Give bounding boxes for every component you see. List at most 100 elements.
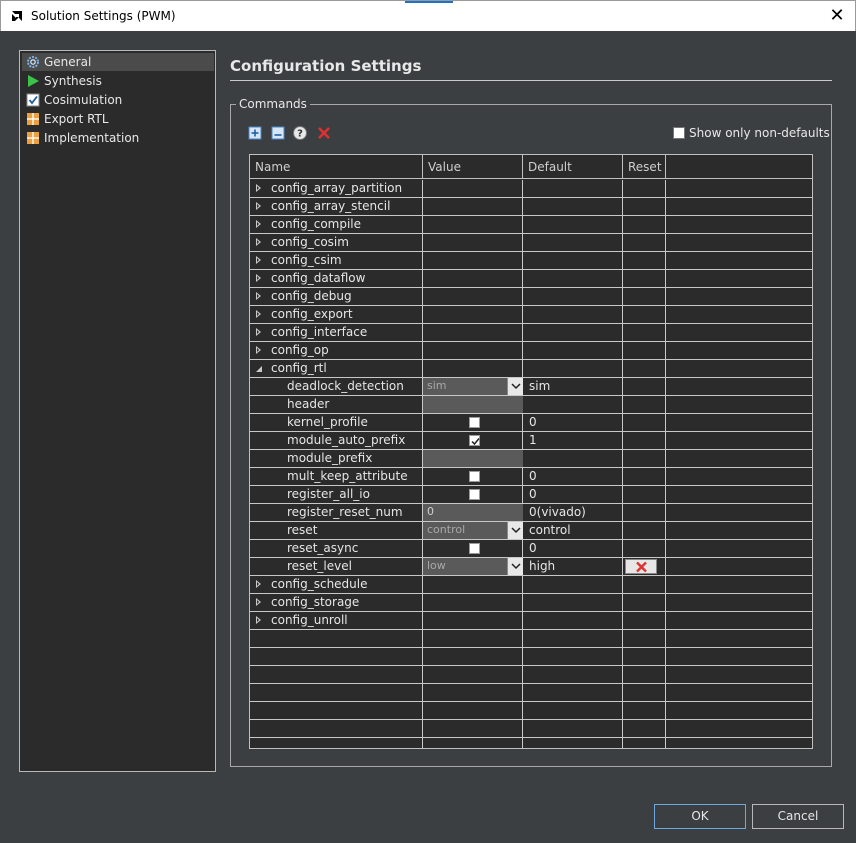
cell-name: [250, 630, 423, 647]
table-row[interactable]: config_compile: [250, 216, 812, 234]
table-row[interactable]: config_storage: [250, 594, 812, 612]
nav-item-implementation[interactable]: Implementation: [22, 129, 214, 147]
value-checkbox[interactable]: [469, 435, 480, 446]
column-header-name[interactable]: Name: [250, 155, 423, 179]
table-row[interactable]: module_prefix: [250, 450, 812, 468]
ok-button[interactable]: OK: [654, 804, 746, 829]
table-row[interactable]: header: [250, 396, 812, 414]
cell-name: module_auto_prefix: [250, 432, 423, 449]
cell-name: config_array_stencil: [250, 198, 423, 215]
value-input[interactable]: 0: [423, 504, 523, 521]
table-row[interactable]: reset_async 0: [250, 540, 812, 558]
cell-value: [423, 216, 523, 233]
collapsed-triangle-icon[interactable]: [256, 616, 261, 624]
table-row[interactable]: reset control control: [250, 522, 812, 540]
show-non-defaults-box[interactable]: [673, 127, 685, 139]
table-row[interactable]: config_unroll: [250, 612, 812, 630]
value-checkbox[interactable]: [469, 543, 480, 554]
value-checkbox[interactable]: [469, 471, 480, 482]
column-header-default[interactable]: Default: [523, 155, 623, 179]
nav-item-export-rtl[interactable]: Export RTL: [22, 110, 214, 128]
cell-filler: [666, 342, 812, 359]
collapsed-triangle-icon[interactable]: [256, 184, 261, 192]
chevron-down-icon[interactable]: [507, 558, 523, 575]
cell-value: [423, 270, 523, 287]
table-row[interactable]: config_debug: [250, 288, 812, 306]
close-icon[interactable]: ✕: [827, 5, 847, 27]
expanded-triangle-icon[interactable]: [256, 366, 262, 372]
cell-name: config_dataflow: [250, 270, 423, 287]
cell-reset: [623, 198, 666, 215]
table-row[interactable]: config_schedule: [250, 576, 812, 594]
title-bar: Solution Settings (PWM) ✕: [0, 0, 856, 31]
table-row[interactable]: config_dataflow: [250, 270, 812, 288]
collapsed-triangle-icon[interactable]: [256, 202, 261, 210]
collapsed-triangle-icon[interactable]: [256, 598, 261, 606]
cell-name: deadlock_detection: [250, 378, 423, 395]
value-checkbox[interactable]: [469, 417, 480, 428]
show-non-defaults-checkbox[interactable]: Show only non-defaults: [673, 126, 830, 140]
table-row[interactable]: reset_level low high: [250, 558, 812, 576]
table-row[interactable]: register_reset_num 0 0(vivado): [250, 504, 812, 522]
table-row: [250, 666, 812, 684]
nav-item-cosimulation[interactable]: Cosimulation: [22, 91, 214, 109]
collapsed-triangle-icon[interactable]: [256, 310, 261, 318]
command-name: config_rtl: [271, 361, 327, 375]
command-name: reset_async: [287, 541, 359, 555]
table-row[interactable]: config_array_stencil: [250, 198, 812, 216]
value-dropdown[interactable]: sim: [423, 378, 523, 395]
table-row[interactable]: mult_keep_attribute 0: [250, 468, 812, 486]
column-header-value[interactable]: Value: [423, 155, 523, 179]
svg-text:?: ?: [297, 129, 303, 140]
table-row[interactable]: config_op: [250, 342, 812, 360]
table-row[interactable]: config_csim: [250, 252, 812, 270]
column-header-reset[interactable]: Reset: [623, 155, 666, 179]
cell-reset: [623, 594, 666, 611]
cell-name: register_reset_num: [250, 504, 423, 521]
table-row[interactable]: config_cosim: [250, 234, 812, 252]
delete-icon[interactable]: [316, 125, 332, 141]
table-row[interactable]: config_array_partition: [250, 180, 812, 198]
default-value: control: [529, 523, 571, 537]
cell-default: [523, 738, 623, 748]
table-row[interactable]: module_auto_prefix 1: [250, 432, 812, 450]
add-command-icon[interactable]: [247, 125, 263, 141]
collapsed-triangle-icon[interactable]: [256, 292, 261, 300]
command-name: header: [287, 397, 330, 411]
command-name: config_dataflow: [271, 271, 366, 285]
cell-name: mult_keep_attribute: [250, 468, 423, 485]
cancel-button[interactable]: Cancel: [752, 804, 844, 829]
value-input[interactable]: [423, 396, 523, 413]
collapsed-triangle-icon[interactable]: [256, 256, 261, 264]
collapsed-triangle-icon[interactable]: [256, 274, 261, 282]
value-dropdown[interactable]: low: [423, 558, 523, 575]
cell-default: [523, 198, 623, 215]
value-checkbox[interactable]: [469, 489, 480, 500]
collapsed-triangle-icon[interactable]: [256, 580, 261, 588]
value-input[interactable]: [423, 450, 523, 467]
table-row[interactable]: config_rtl: [250, 360, 812, 378]
table-row[interactable]: config_export: [250, 306, 812, 324]
table-row[interactable]: kernel_profile 0: [250, 414, 812, 432]
value-dropdown[interactable]: control: [423, 522, 523, 539]
cell-value: [423, 252, 523, 269]
checkbox-icon: [26, 93, 40, 107]
nav-item-general[interactable]: General: [22, 53, 214, 71]
cell-default: 0(vivado): [523, 504, 623, 521]
chevron-down-icon[interactable]: [507, 522, 523, 539]
table-row[interactable]: register_all_io 0: [250, 486, 812, 504]
help-icon[interactable]: ?: [292, 125, 308, 141]
cell-reset: [623, 738, 666, 748]
collapsed-triangle-icon[interactable]: [256, 238, 261, 246]
cell-default: 0: [523, 486, 623, 503]
reset-button[interactable]: [625, 559, 657, 574]
cell-name: register_all_io: [250, 486, 423, 503]
collapsed-triangle-icon[interactable]: [256, 328, 261, 336]
table-row[interactable]: config_interface: [250, 324, 812, 342]
chevron-down-icon[interactable]: [507, 378, 523, 395]
collapsed-triangle-icon[interactable]: [256, 346, 261, 354]
collapsed-triangle-icon[interactable]: [256, 220, 261, 228]
remove-command-icon[interactable]: [270, 125, 286, 141]
table-row[interactable]: deadlock_detection sim sim: [250, 378, 812, 396]
nav-item-synthesis[interactable]: Synthesis: [22, 72, 214, 90]
